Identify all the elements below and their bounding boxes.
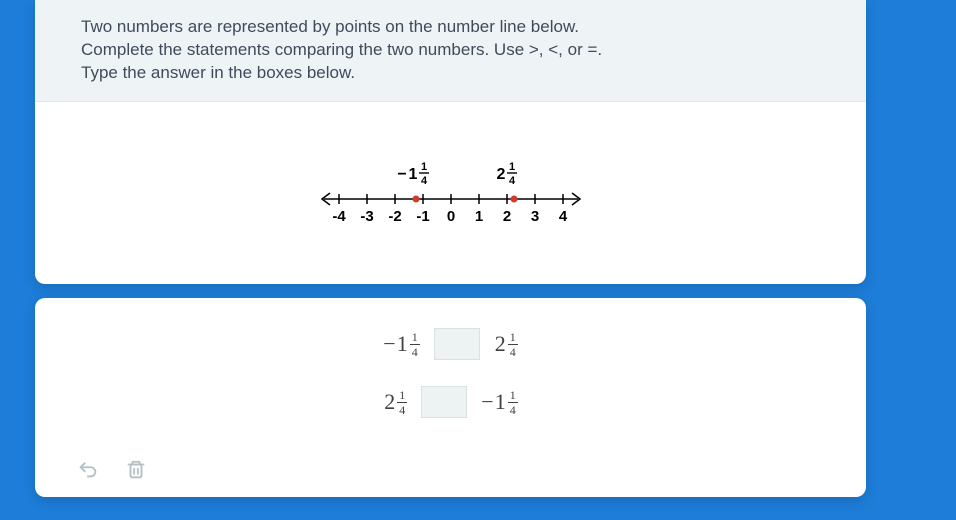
comparison-2-input[interactable] (421, 386, 467, 418)
comparison-2-right: − 1 1 4 (481, 389, 517, 416)
question-card: Two numbers are represented by points on… (35, 0, 866, 284)
svg-text:-2: -2 (388, 208, 401, 225)
svg-text:1: 1 (408, 166, 417, 183)
svg-text:0: 0 (446, 208, 454, 225)
undo-icon[interactable] (77, 459, 99, 481)
instruction-line-3: Type the answer in the boxes below. (81, 62, 820, 85)
comparison-row-2: 2 1 4 − 1 1 4 (35, 386, 866, 418)
svg-text:3: 3 (530, 208, 538, 225)
comparison-1-left: − 1 1 4 (383, 331, 419, 358)
comparison-row-1: − 1 1 4 2 1 4 (35, 328, 866, 360)
svg-text:1: 1 (474, 208, 482, 225)
svg-text:2: 2 (496, 166, 505, 183)
point-2-1-4 (510, 195, 517, 202)
instruction-line-1: Two numbers are represented by points on… (81, 16, 820, 39)
point-label-neg: − 1 1 4 (397, 161, 429, 187)
instruction-line-2: Complete the statements comparing the tw… (81, 39, 820, 62)
point-label-pos: 2 1 4 (496, 161, 516, 187)
svg-text:2: 2 (502, 208, 510, 225)
answer-card: − 1 1 4 2 1 4 2 1 4 (35, 298, 866, 497)
number-line: -4 -3 -2 -1 0 1 2 3 4 − 1 1 4 2 (316, 157, 586, 237)
comparison-1-right: 2 1 4 (494, 331, 518, 358)
svg-text:1: 1 (420, 161, 426, 173)
comparison-1-input[interactable] (434, 328, 480, 360)
svg-text:1: 1 (508, 161, 514, 173)
svg-text:−: − (397, 166, 406, 183)
svg-text:4: 4 (420, 175, 427, 187)
instructions-block: Two numbers are represented by points on… (35, 0, 866, 102)
trash-icon[interactable] (125, 459, 147, 481)
svg-text:-3: -3 (360, 208, 373, 225)
svg-text:-1: -1 (416, 208, 429, 225)
number-line-container: -4 -3 -2 -1 0 1 2 3 4 − 1 1 4 2 (35, 102, 866, 237)
svg-text:4: 4 (558, 208, 567, 225)
svg-text:4: 4 (508, 175, 515, 187)
svg-text:-4: -4 (332, 208, 346, 225)
answer-toolbar (77, 459, 147, 481)
comparison-2-left: 2 1 4 (383, 389, 407, 416)
point-neg-1-1-4 (412, 195, 419, 202)
